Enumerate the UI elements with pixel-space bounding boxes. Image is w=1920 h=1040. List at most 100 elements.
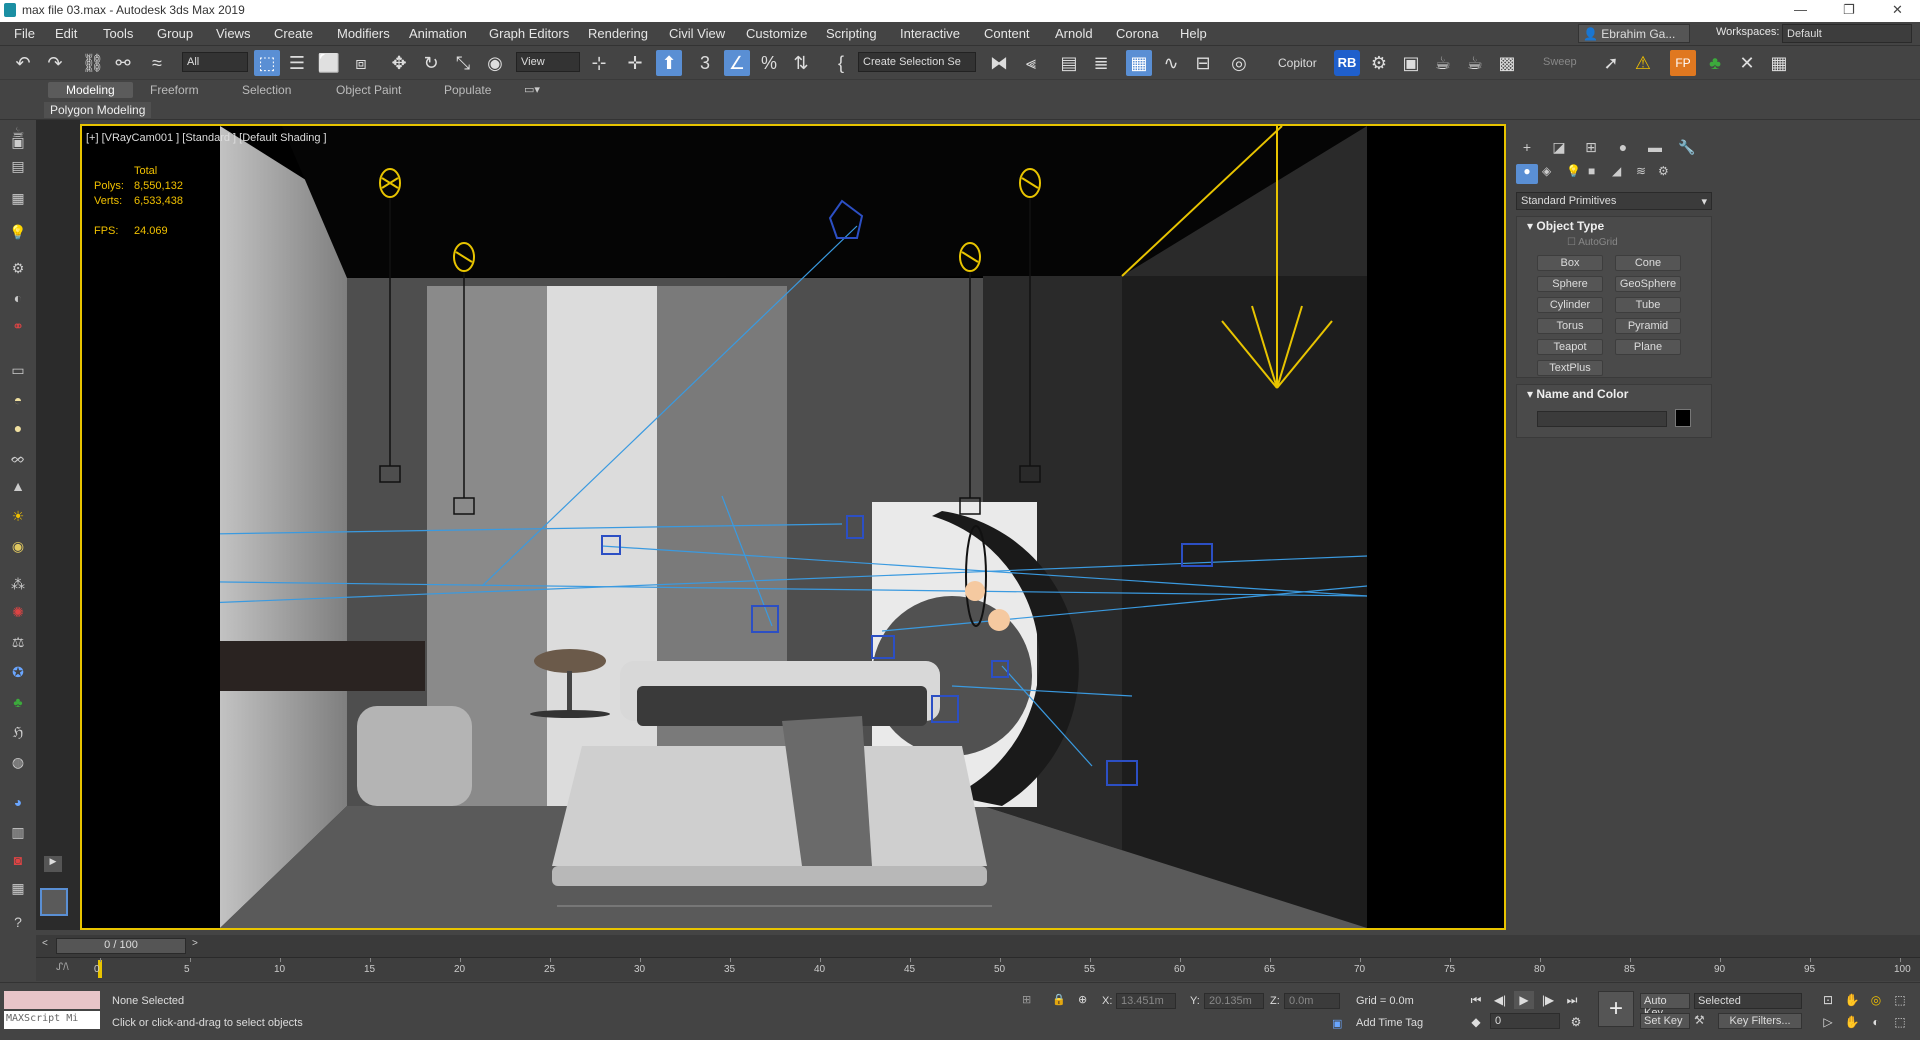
scatter-icon[interactable]: ✺	[6, 600, 30, 624]
user-account-dropdown[interactable]: 👤 Ebrahim Ga...	[1578, 24, 1690, 43]
play-icon[interactable]: ▶	[1514, 991, 1534, 1009]
plane-prim-icon[interactable]: ▭	[6, 358, 30, 382]
x-coord-field[interactable]: 13.451m	[1116, 993, 1176, 1009]
torus-button[interactable]: Torus	[1537, 318, 1603, 334]
orb-icon[interactable]: ◕	[6, 790, 30, 814]
link-icon[interactable]: ⛓	[80, 50, 106, 76]
light-icon[interactable]: 💡	[6, 220, 30, 244]
track-bar[interactable]: ᔑ/\ 0 5 10 15 20 25 30 35 40 45 50 55 60 65 70 75 80 85 90…	[36, 957, 1920, 981]
restore-icon[interactable]: ❐	[1843, 2, 1855, 18]
name-color-header[interactable]: ▾ Name and Color	[1527, 387, 1717, 405]
close-icon[interactable]: ✕	[1892, 2, 1903, 18]
tab-selection[interactable]: Selection	[224, 82, 309, 98]
time-slider[interactable]: < 0 / 100 >	[36, 935, 1920, 957]
maxscript-listener-pink[interactable]	[4, 991, 100, 1009]
geosphere-button[interactable]: GeoSphere	[1615, 276, 1681, 292]
geometry-icon[interactable]: ●	[1516, 164, 1538, 184]
display-tab-icon[interactable]: ▬	[1644, 136, 1666, 158]
utilities-tab-icon[interactable]: 🔧	[1676, 136, 1698, 158]
time-config-icon[interactable]: ⚙	[1566, 1013, 1586, 1031]
menu-content[interactable]: Content	[984, 26, 1030, 41]
textplus-button[interactable]: TextPlus	[1537, 360, 1603, 376]
align-icon[interactable]: ⫷	[1018, 50, 1044, 76]
absolute-mode-icon[interactable]: ⊕	[1078, 993, 1087, 1006]
menu-edit[interactable]: Edit	[55, 26, 77, 41]
rig-icon[interactable]: ⚖	[6, 630, 30, 654]
plane-button[interactable]: Plane	[1615, 339, 1681, 355]
cylinder-button[interactable]: Cylinder	[1537, 297, 1603, 313]
menu-file[interactable]: File	[14, 26, 35, 41]
previous-frame-icon[interactable]: ◀|	[1490, 991, 1510, 1009]
edit-named-selection-icon[interactable]: {	[828, 50, 854, 76]
menu-create[interactable]: Create	[274, 26, 313, 41]
y-coord-field[interactable]: 20.135m	[1204, 993, 1264, 1009]
menu-modifiers[interactable]: Modifiers	[337, 26, 390, 41]
layer-explorer-icon[interactable]: ≣	[1088, 50, 1114, 76]
placement-icon[interactable]: ◉	[482, 50, 508, 76]
render-iterative-icon[interactable]: ☕	[1462, 50, 1488, 76]
helpers-icon[interactable]: ◢	[1612, 164, 1621, 178]
field-of-view-icon[interactable]: ▷	[1818, 1013, 1838, 1031]
hierarchy-icon[interactable]: ▦	[6, 186, 30, 210]
tab-populate[interactable]: Populate	[426, 82, 509, 98]
cone-button[interactable]: Cone	[1615, 255, 1681, 271]
container-icon[interactable]: ▦	[6, 876, 30, 900]
tube-button[interactable]: Tube	[1615, 297, 1681, 313]
forest-pack-icon[interactable]: FP	[1670, 50, 1696, 76]
create-icon[interactable]: ▣	[6, 130, 30, 154]
maximize-viewport-icon[interactable]: ⬚	[1890, 991, 1910, 1009]
record-icon[interactable]: ◙	[6, 848, 30, 872]
help-icon[interactable]: ?	[6, 910, 30, 934]
menu-customize[interactable]: Customize	[746, 26, 807, 41]
hemisphere-icon[interactable]: ◓	[6, 388, 30, 412]
named-selection-sets-dropdown[interactable]: Create Selection Se	[858, 52, 976, 72]
box-button[interactable]: Box	[1537, 255, 1603, 271]
auto-key-button[interactable]: Auto Key	[1640, 993, 1690, 1019]
rectangular-selection-icon[interactable]: ⬜	[316, 50, 342, 76]
add-time-tag[interactable]: Add Time Tag	[1356, 1017, 1423, 1029]
move-icon[interactable]: ✥	[386, 50, 412, 76]
menu-views[interactable]: Views	[216, 26, 250, 41]
goto-start-icon[interactable]: ⏮	[1466, 991, 1486, 1009]
teapot-button[interactable]: Teapot	[1537, 339, 1603, 355]
menu-tools[interactable]: Tools	[103, 26, 133, 41]
shell-icon[interactable]: ◍	[6, 750, 30, 774]
minimize-icon[interactable]: —	[1794, 2, 1807, 17]
modify-tab-icon[interactable]: ◪	[1548, 136, 1570, 158]
cameras-icon[interactable]: ■	[1588, 164, 1595, 178]
next-frame-icon[interactable]: >	[192, 938, 198, 949]
polygon-modeling-panel[interactable]: Polygon Modeling	[44, 102, 152, 118]
camera-icon[interactable]: ⚙	[6, 256, 30, 280]
cone-prim-icon[interactable]: ▲	[6, 474, 30, 498]
render-setup-icon[interactable]: ⚙	[1366, 50, 1392, 76]
prev-frame-icon[interactable]: <	[42, 938, 48, 949]
modify-icon[interactable]: ▤	[6, 154, 30, 178]
create-tab-icon[interactable]: +	[1516, 136, 1538, 158]
window-crossing-icon[interactable]: ⧈	[348, 50, 374, 76]
object-color-swatch[interactable]	[1675, 409, 1691, 427]
dome-light-icon[interactable]: ◉	[6, 534, 30, 558]
hierarchy-tab-icon[interactable]: ⊞	[1580, 136, 1602, 158]
select-manipulate-icon[interactable]: ✛	[622, 50, 648, 76]
spacewarps-icon[interactable]: ≋	[1636, 164, 1646, 178]
next-frame-button-icon[interactable]: |▶	[1538, 991, 1558, 1009]
systems-icon[interactable]: ⚙	[1658, 164, 1669, 178]
roll-icon[interactable]: ◐	[1866, 1013, 1886, 1031]
hair-icon[interactable]: ℌ	[6, 720, 30, 744]
table-icon[interactable]: ▦	[1766, 50, 1792, 76]
bind-spacewarp-icon[interactable]: ≈	[144, 50, 170, 76]
snaps-toggle-icon[interactable]: 3	[692, 50, 718, 76]
helper-icon[interactable]: ◐	[6, 286, 30, 310]
key-mode-icon[interactable]: ◆	[1466, 1013, 1486, 1031]
railclone-icon[interactable]: RB	[1334, 50, 1360, 76]
set-key-big-icon[interactable]: +	[1598, 991, 1634, 1027]
motion-tab-icon[interactable]: ●	[1612, 136, 1634, 158]
menu-rendering[interactable]: Rendering	[588, 26, 648, 41]
percent-snap-icon[interactable]: %	[756, 50, 782, 76]
tab-freeform[interactable]: Freeform	[132, 82, 217, 98]
unlink-icon[interactable]: ⚯	[110, 50, 136, 76]
zoom-extents-icon[interactable]: ⊡	[1818, 991, 1838, 1009]
globe-icon[interactable]: ✪	[6, 660, 30, 684]
rendered-frame-icon[interactable]: ▣	[1398, 50, 1424, 76]
tools-icon[interactable]: ✕	[1734, 50, 1760, 76]
